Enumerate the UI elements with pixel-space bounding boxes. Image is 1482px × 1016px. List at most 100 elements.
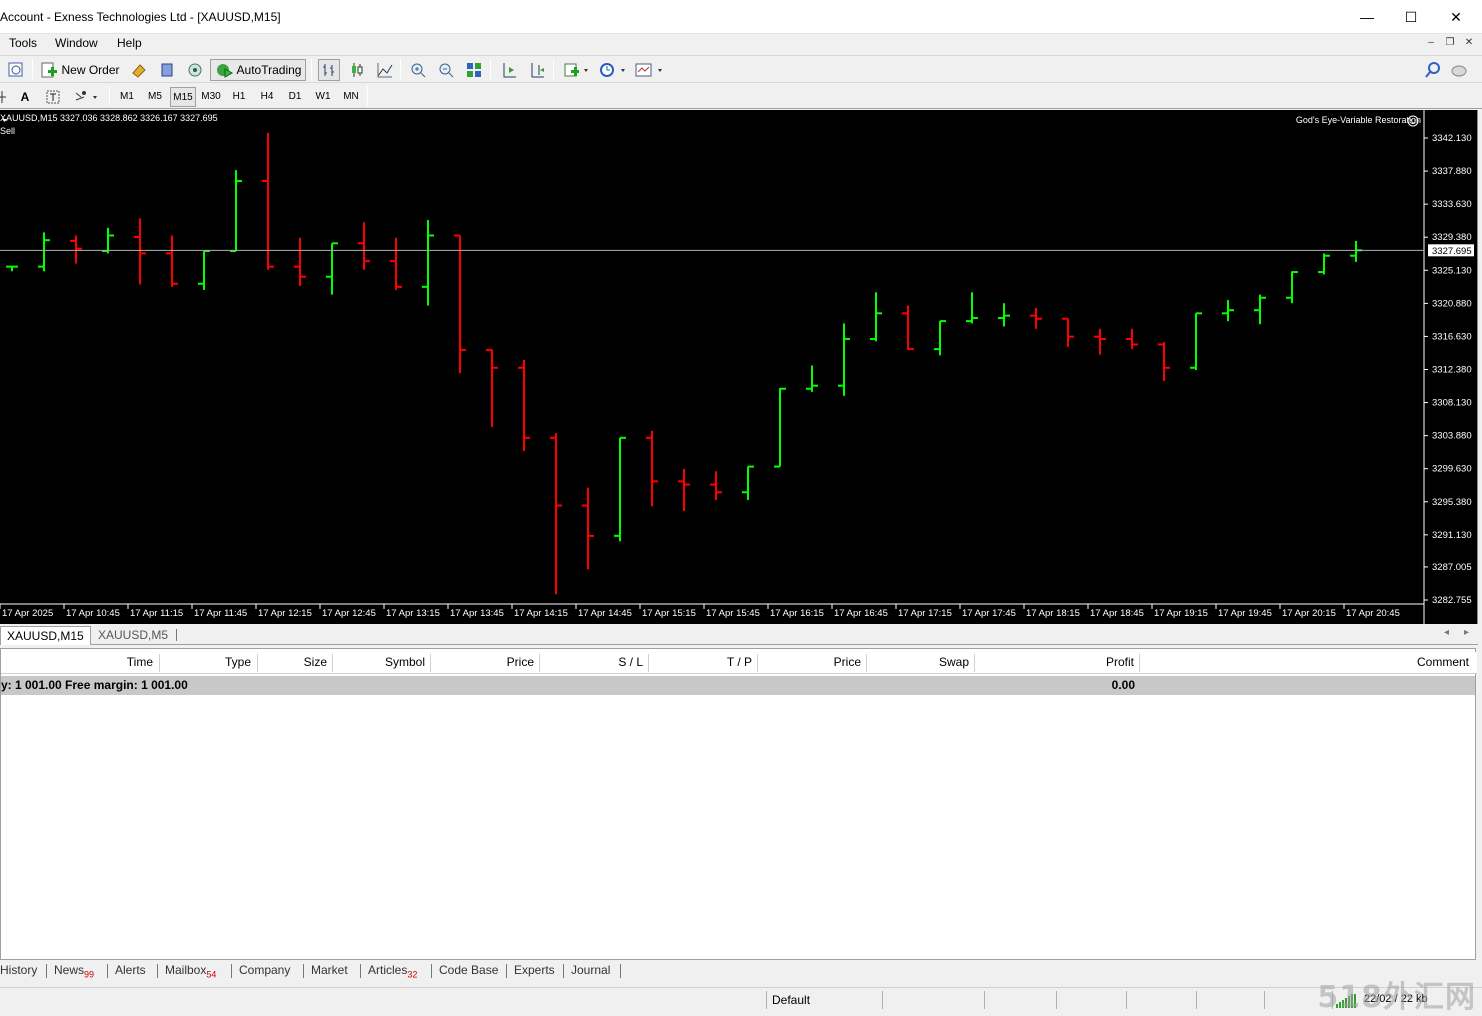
terminal-tab-label: Articles	[368, 963, 408, 977]
col-swap[interactable]: Swap	[881, 655, 969, 669]
price-chart[interactable]: 3342.130 3337.880 3333.630 3329.380 3325.130…	[0, 110, 1478, 624]
terminal-tab-journal[interactable]: Journal	[571, 963, 610, 977]
col-price[interactable]: Price	[441, 655, 534, 669]
mdi-restore-icon[interactable]: ❐	[1443, 37, 1457, 50]
time-tick-label: 17 Apr 16:15	[770, 608, 824, 619]
timeframe-mn[interactable]: MN	[338, 87, 364, 107]
terminal-tab-label: Market	[311, 963, 348, 977]
terminal-tab-company[interactable]: Company	[239, 963, 290, 977]
timeframe-m5[interactable]: M5	[142, 87, 168, 107]
text-label-icon[interactable]	[42, 86, 64, 108]
bear-bar	[390, 237, 402, 290]
status-bar: Default 22/02 / 22 kb	[0, 987, 1482, 1013]
col-tp[interactable]: T / P	[661, 655, 752, 669]
timeframe-m30[interactable]: M30	[198, 87, 224, 107]
zoom-in-icon[interactable]	[407, 59, 429, 81]
indicators-dropdown-icon[interactable]	[561, 59, 591, 81]
col-sl[interactable]: S / L	[551, 655, 643, 669]
tab-scroll-right-icon[interactable]: ▸	[1464, 627, 1469, 638]
candlesticks-icon[interactable]	[346, 59, 368, 81]
balance-row[interactable]: y: 1 001.00 Free margin: 1 001.00 0.00	[1, 676, 1475, 695]
price-tick-label: 3303.880	[1432, 431, 1472, 442]
bull-bar	[934, 320, 946, 356]
cursor-icon[interactable]	[0, 86, 10, 108]
bear-bar	[1030, 307, 1042, 329]
maximize-button[interactable]: ☐	[1388, 0, 1434, 34]
chart-tab-xauusd-m15[interactable]: XAUUSD,M15	[0, 626, 91, 645]
notifications-icon[interactable]	[1448, 59, 1470, 81]
new-order-button[interactable]: New Order	[40, 59, 120, 81]
navigator-icon[interactable]	[184, 59, 206, 81]
col-current-price[interactable]: Price	[771, 655, 861, 669]
minimize-button[interactable]: —	[1344, 0, 1390, 34]
bull-bar	[422, 219, 434, 306]
terminal-tab-market[interactable]: Market	[311, 963, 348, 977]
auto-scroll-icon[interactable]	[526, 59, 548, 81]
timeframe-m1[interactable]: M1	[114, 87, 140, 107]
search-icon[interactable]	[1422, 59, 1444, 81]
market-watch-icon[interactable]	[128, 59, 150, 81]
chart-shift-icon[interactable]	[498, 59, 520, 81]
terminal-tab-articles[interactable]: Articles32	[368, 963, 417, 979]
timeframe-m15[interactable]: M15	[170, 87, 196, 107]
bar-chart-icon[interactable]	[318, 59, 340, 81]
periods-dropdown-icon[interactable]	[596, 59, 628, 81]
smiley-icon	[1407, 115, 1419, 127]
timeframe-h1[interactable]: H1	[226, 87, 252, 107]
drawing-toolbar: A M1 M5 M15 M30 H1 H4 D1 W1 MN	[0, 82, 1482, 109]
terminal-tab-history[interactable]: History	[0, 963, 37, 977]
terminal-tab-alerts[interactable]: Alerts	[115, 963, 146, 977]
one-click-sell-label[interactable]: Sell	[0, 126, 15, 136]
zoom-out-icon[interactable]	[435, 59, 457, 81]
profile-name[interactable]: Default	[772, 993, 810, 1007]
bull-bar	[326, 242, 338, 295]
terminal-tab-experts[interactable]: Experts	[514, 963, 555, 977]
terminal-tab-news[interactable]: News99	[54, 963, 94, 979]
text-icon[interactable]: A	[14, 86, 36, 108]
col-profit[interactable]: Profit	[991, 655, 1134, 669]
bull-bar	[198, 250, 210, 290]
col-size[interactable]: Size	[271, 655, 327, 669]
time-tick-label: 17 Apr 13:45	[450, 608, 504, 619]
line-chart-icon[interactable]	[374, 59, 396, 81]
timeframe-d1[interactable]: D1	[282, 87, 308, 107]
menu-tools[interactable]: Tools	[9, 36, 37, 50]
terminal-tab-mailbox[interactable]: Mailbox54	[165, 963, 216, 979]
menu-window[interactable]: Window	[55, 36, 98, 50]
chart-tab-xauusd-m5[interactable]: XAUUSD,M5	[92, 626, 174, 645]
arrows-dropdown-icon[interactable]	[72, 86, 102, 108]
timeframe-h4[interactable]: H4	[254, 87, 280, 107]
close-button[interactable]: ✕	[1433, 0, 1479, 34]
terminal-tab-label: Company	[239, 963, 291, 977]
terminal-tab-count: 99	[84, 969, 95, 980]
new-chart-icon[interactable]	[5, 59, 27, 81]
col-comment[interactable]: Comment	[1301, 655, 1469, 669]
mdi-close-icon[interactable]: ✕	[1462, 37, 1476, 50]
time-tick-label: 17 Apr 16:45	[834, 608, 888, 619]
col-type[interactable]: Type	[191, 655, 251, 669]
menu-help[interactable]: Help	[117, 36, 142, 50]
bull-bar	[806, 365, 818, 392]
price-tick-label: 3320.880	[1432, 298, 1472, 309]
mdi-minimize-icon[interactable]: ‒	[1424, 37, 1438, 50]
data-window-icon[interactable]	[156, 59, 178, 81]
bear-bar	[902, 305, 914, 351]
bull-bar	[230, 170, 242, 253]
col-time[interactable]: Time	[91, 655, 153, 669]
tile-windows-icon[interactable]	[463, 59, 485, 81]
timeframe-w1[interactable]: W1	[310, 87, 336, 107]
bull-bar	[614, 436, 626, 542]
terminal-tab-code-base[interactable]: Code Base	[439, 963, 498, 977]
bull-bar	[6, 265, 18, 272]
bull-bar	[1222, 300, 1234, 322]
bear-bar	[294, 237, 306, 287]
autotrading-button[interactable]: AutoTrading	[210, 59, 306, 81]
templates-dropdown-icon[interactable]	[633, 59, 665, 81]
col-symbol[interactable]: Symbol	[341, 655, 425, 669]
chart-canvas[interactable]: 3342.130 3337.880 3333.630 3329.380 3325.130…	[0, 110, 1478, 624]
terminal-tab-count: 32	[407, 969, 418, 980]
terminal-tab-label: Experts	[514, 963, 555, 977]
tab-scroll-left-icon[interactable]: ◂	[1444, 627, 1449, 638]
bull-bar	[742, 465, 754, 501]
bull-bar	[774, 387, 786, 468]
